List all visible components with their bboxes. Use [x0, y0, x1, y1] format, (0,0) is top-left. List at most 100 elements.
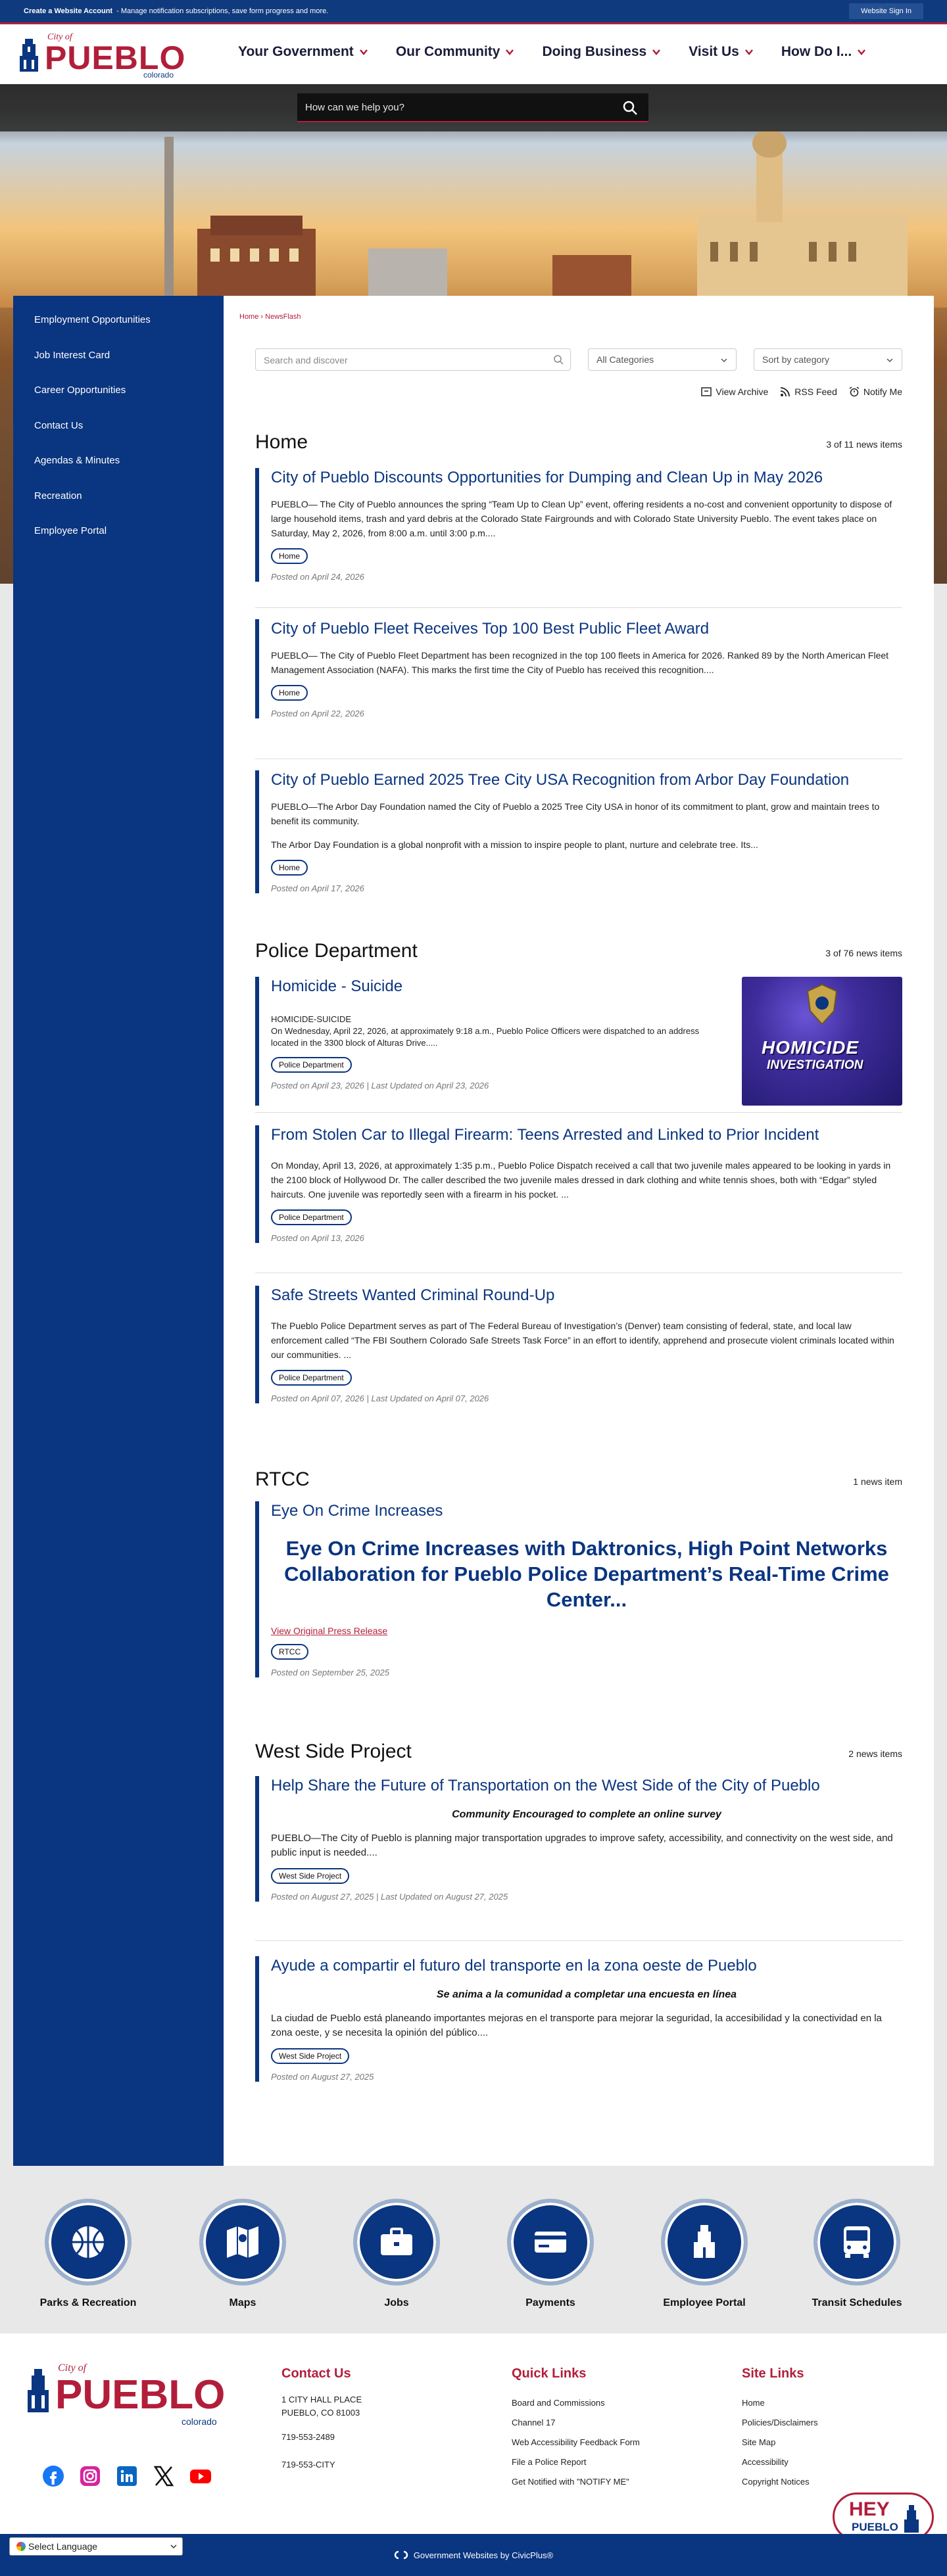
tile-maps[interactable]: Maps	[190, 2199, 295, 2309]
homicide-investigation-image[interactable]: HOMICIDE INVESTIGATION	[742, 977, 902, 1106]
footer-link[interactable]: Policies/Disclaimers	[742, 2413, 818, 2433]
category-tag[interactable]: Police Department	[271, 1209, 352, 1225]
breadcrumb-current[interactable]: NewsFlash	[265, 313, 301, 321]
bus-icon	[844, 2226, 870, 2258]
footer-link[interactable]: Web Accessibility Feedback Form	[512, 2433, 640, 2452]
category-tag[interactable]: Police Department	[271, 1057, 352, 1073]
footer-heading: Quick Links	[512, 2366, 587, 2381]
site-search-input[interactable]	[305, 99, 608, 116]
news-search-input[interactable]	[264, 353, 540, 367]
sidebar-item-contact-us[interactable]: Contact Us	[13, 408, 224, 444]
tile-label: Parks & Recreation	[39, 2297, 137, 2308]
article-title[interactable]: City of Pueblo Earned 2025 Tree City USA…	[271, 770, 902, 790]
news-tools: View Archive RSS Feed Notify Me	[701, 386, 902, 397]
sign-in-button[interactable]: Website Sign In	[849, 3, 923, 19]
footer-link[interactable]: Home	[742, 2393, 818, 2413]
hey-pueblo-line2: PUEBLO	[852, 2521, 898, 2533]
article-title[interactable]: Help Share the Future of Transportation …	[271, 1776, 902, 1796]
search-icon[interactable]	[553, 354, 564, 365]
news-article: Help Share the Future of Transportation …	[255, 1776, 902, 1902]
sort-select-value: Sort by category	[762, 354, 829, 365]
category-tag[interactable]: Home	[271, 548, 308, 564]
quick-link-tiles: Parks & Recreation Maps Jobs Payments Em…	[0, 2166, 947, 2333]
tile-payments[interactable]: Payments	[498, 2199, 603, 2309]
footer-link[interactable]: Board and Commissions	[512, 2393, 640, 2413]
pueblo-seal-icon	[20, 39, 38, 72]
category-select[interactable]: All Categories	[588, 348, 737, 371]
tile-label: Maps	[229, 2297, 256, 2308]
archive-icon	[701, 387, 712, 396]
nav-how-do-i[interactable]: How Do I...	[781, 44, 866, 60]
language-select-value: Select Language	[28, 2541, 98, 2552]
map-icon	[227, 2226, 258, 2258]
view-archive-link[interactable]: View Archive	[701, 386, 768, 397]
x-icon[interactable]	[153, 2465, 175, 2487]
article-body: PUEBLO—The City of Pueblo is planning ma…	[271, 1833, 893, 1858]
pueblo-logo[interactable]: City of PUEBLO colorado	[16, 30, 193, 80]
article-body: HOMICIDE-SUICIDE On Wednesday, April 22,…	[271, 1014, 718, 1049]
news-section-home: Home 3 of 11 news items City of Pueblo Di…	[255, 431, 902, 918]
news-section-west-side: West Side Project 2 news items Help Share…	[255, 1741, 902, 2135]
footer-quick-links: Quick Links Board and Commissions Channe…	[512, 2366, 640, 2492]
sidebar-item-agendas-minutes[interactable]: Agendas & Minutes	[13, 443, 224, 479]
sidebar-item-employee-portal[interactable]: Employee Portal	[13, 513, 224, 549]
youtube-icon[interactable]	[189, 2465, 212, 2487]
sidebar-item-job-interest-card[interactable]: Job Interest Card	[13, 338, 224, 373]
category-tag[interactable]: West Side Project	[271, 1868, 350, 1884]
breadcrumb: Home › NewsFlash	[239, 313, 301, 321]
article-body: PUEBLO— The City of Pueblo announces the…	[271, 499, 892, 538]
sidebar-item-career-opportunities[interactable]: Career Opportunities	[13, 373, 224, 408]
nav-our-community[interactable]: Our Community	[396, 44, 515, 60]
section-count: 1 news item	[853, 1476, 902, 1487]
powered-by-text[interactable]: Government Websites by CivicPlus®	[414, 2550, 553, 2560]
article-title[interactable]: City of Pueblo Discounts Opportunities f…	[271, 468, 902, 488]
category-tag[interactable]: Police Department	[271, 1370, 352, 1386]
tile-label: Payments	[525, 2297, 575, 2308]
category-tag[interactable]: West Side Project	[271, 2048, 350, 2064]
footer-link[interactable]: Get Notified with "NOTIFY ME"	[512, 2472, 640, 2492]
footer-link[interactable]: Copyright Notices	[742, 2472, 818, 2492]
footer-link[interactable]: Site Map	[742, 2433, 818, 2452]
nav-your-government[interactable]: Your Government	[238, 44, 368, 60]
breadcrumb-home[interactable]: Home	[239, 313, 258, 321]
search-icon[interactable]	[622, 100, 638, 116]
article-title[interactable]: Eye On Crime Increases	[271, 1501, 902, 1521]
nav-doing-business[interactable]: Doing Business	[542, 44, 661, 60]
facebook-icon[interactable]	[42, 2465, 64, 2487]
sidebar-item-recreation[interactable]: Recreation	[13, 479, 224, 514]
category-tag[interactable]: RTCC	[271, 1644, 309, 1660]
tile-employee-portal[interactable]: Employee Portal	[652, 2199, 757, 2309]
tile-transit-schedules[interactable]: Transit Schedules	[804, 2199, 910, 2309]
footer-link[interactable]: Accessibility	[742, 2452, 818, 2472]
article-subhead: Se anima a la comunidad a completar una …	[436, 1989, 737, 2000]
rss-feed-link[interactable]: RSS Feed	[780, 386, 837, 397]
sidebar-item-employment-opportunities[interactable]: Employment Opportunities	[13, 302, 224, 338]
press-release-link[interactable]: View Original Press Release	[271, 1626, 902, 1636]
divider	[255, 607, 902, 608]
category-tag[interactable]: Home	[271, 685, 308, 701]
nav-label: Your Government	[238, 44, 354, 59]
article-title[interactable]: From Stolen Car to Illegal Firearm: Teen…	[271, 1125, 902, 1145]
phone-link[interactable]: 719-553-2489	[281, 2427, 362, 2447]
linkedin-icon[interactable]	[116, 2465, 138, 2487]
article-date: Posted on April 13, 2026	[271, 1233, 364, 1243]
tile-jobs[interactable]: Jobs	[344, 2199, 449, 2309]
language-select[interactable]: Select Language	[9, 2537, 183, 2556]
instagram-icon[interactable]	[79, 2465, 101, 2487]
phone-link[interactable]: 719-553-CITY	[281, 2455, 362, 2475]
notify-me-link[interactable]: Notify Me	[849, 386, 902, 397]
sort-select[interactable]: Sort by category	[754, 348, 902, 371]
tile-parks-recreation[interactable]: Parks & Recreation	[36, 2199, 141, 2309]
section-count: 3 of 76 news items	[825, 948, 902, 958]
nav-visit-us[interactable]: Visit Us	[689, 44, 754, 60]
nav-label: Visit Us	[689, 44, 739, 59]
article-title[interactable]: Safe Streets Wanted Criminal Round-Up	[271, 1286, 902, 1305]
footer-logo[interactable]: City of PUEBLO colorado	[24, 2360, 225, 2432]
category-tag[interactable]: Home	[271, 860, 308, 876]
article-title[interactable]: Ayude a compartir el futuro del transpor…	[271, 1956, 902, 1976]
footer-link[interactable]: File a Police Report	[512, 2452, 640, 2472]
news-article: City of Pueblo Discounts Opportunities f…	[255, 468, 902, 582]
footer-link[interactable]: Channel 17	[512, 2413, 640, 2433]
article-title[interactable]: City of Pueblo Fleet Receives Top 100 Be…	[271, 619, 902, 639]
create-account-link[interactable]: Create a Website Account	[24, 7, 112, 15]
